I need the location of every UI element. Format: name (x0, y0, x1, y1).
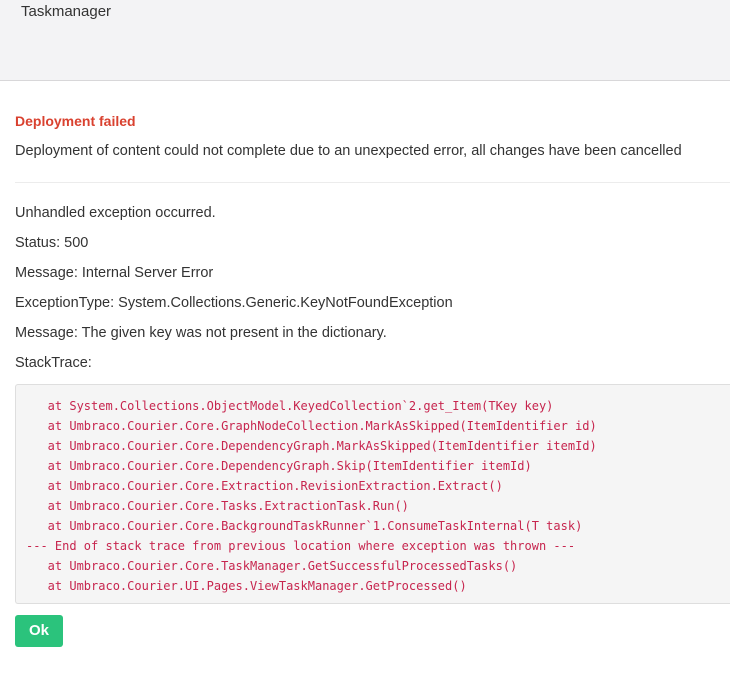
stack-trace-line: at System.Collections.ObjectModel.KeyedC… (26, 399, 554, 413)
error-title: Deployment failed (15, 113, 136, 129)
detail-message: Message: Internal Server Error (15, 265, 214, 281)
stack-trace-line: at Umbraco.Courier.Core.Tasks.Extraction… (26, 499, 409, 513)
error-description: Deployment of content could not complete… (15, 143, 682, 159)
divider (15, 182, 730, 183)
stack-trace-line: at Umbraco.Courier.Core.GraphNodeCollect… (26, 419, 597, 433)
stack-trace-line: --- End of stack trace from previous loc… (26, 539, 576, 553)
stack-trace-line: at Umbraco.Courier.Core.BackgroundTaskRu… (26, 519, 583, 533)
page-title: Taskmanager (21, 3, 112, 20)
stack-trace-line: at Umbraco.Courier.Core.DependencyGraph.… (26, 459, 532, 473)
detail-unhandled-exception: Unhandled exception occurred. (15, 205, 216, 221)
detail-status: Status: 500 (15, 235, 89, 251)
ok-button[interactable]: Ok (15, 615, 63, 647)
stack-trace-line: at Umbraco.Courier.Core.Extraction.Revis… (26, 479, 503, 493)
detail-inner-message: Message: The given key was not present i… (15, 325, 387, 341)
stack-trace-block: at System.Collections.ObjectModel.KeyedC… (15, 384, 730, 604)
stack-trace-line: at Umbraco.Courier.UI.Pages.ViewTaskMana… (26, 579, 467, 593)
detail-stacktrace-label: StackTrace: (15, 355, 92, 371)
detail-exception-type: ExceptionType: System.Collections.Generi… (15, 295, 453, 311)
page-header: Taskmanager (0, 0, 730, 81)
stack-trace-line: at Umbraco.Courier.Core.TaskManager.GetS… (26, 559, 518, 573)
stack-trace-line: at Umbraco.Courier.Core.DependencyGraph.… (26, 439, 597, 453)
